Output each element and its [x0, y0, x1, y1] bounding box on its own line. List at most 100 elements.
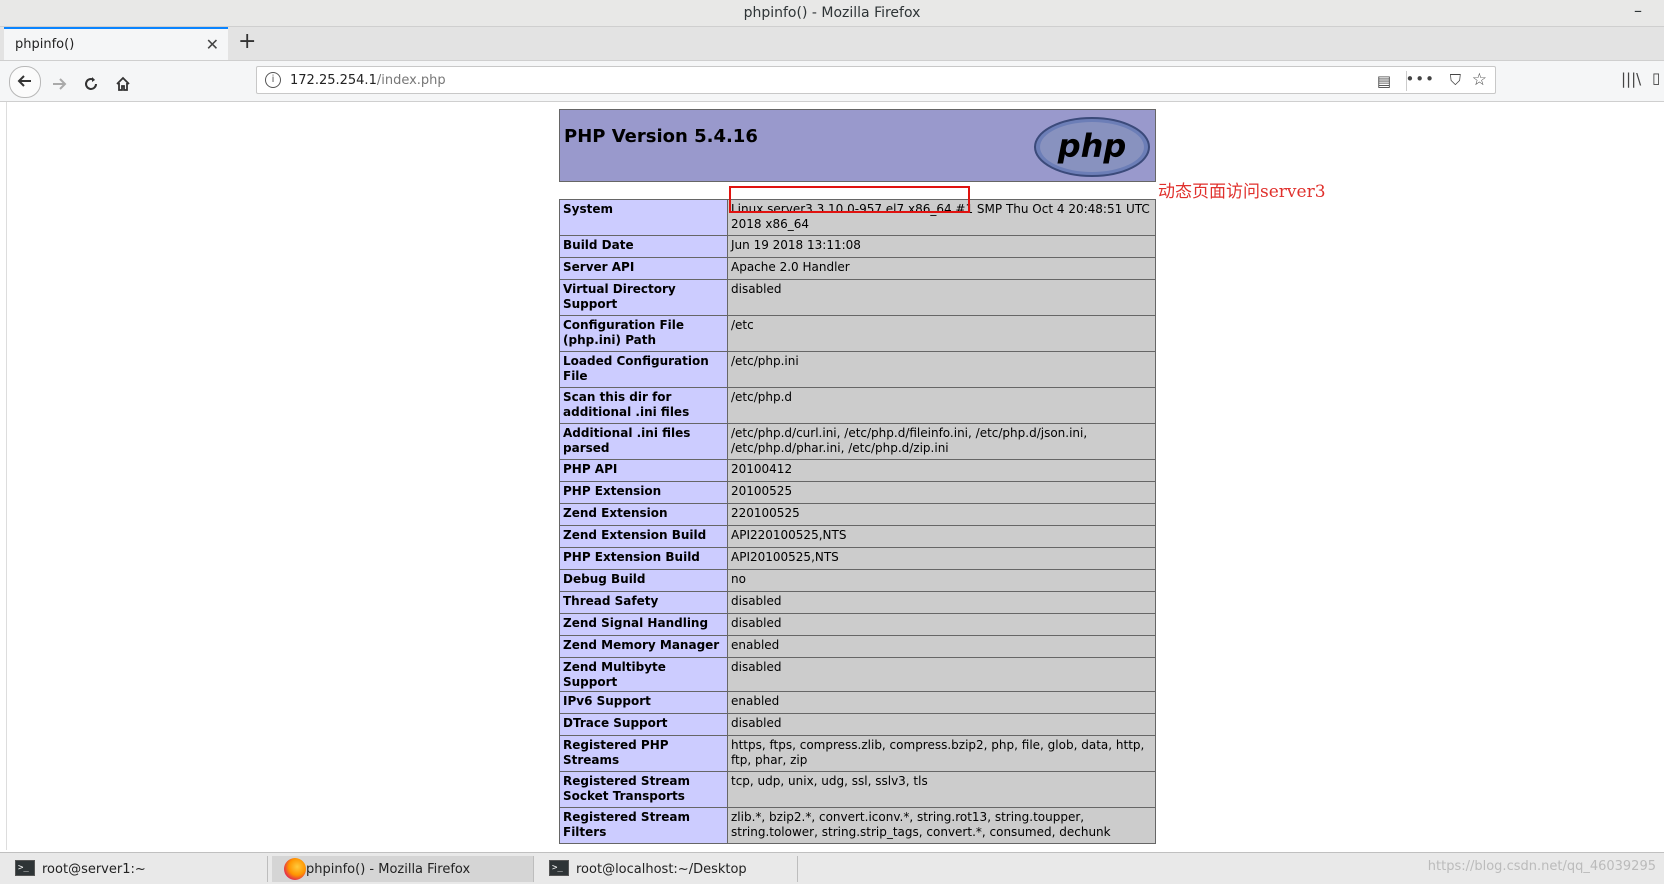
annotation-note: 动态页面访问server3: [1158, 182, 1326, 202]
php-info-row: Thread Safety disabled: [559, 591, 1156, 614]
php-info-row: Zend Extension Build API220100525,NTS: [559, 525, 1156, 548]
php-info-label: Registered Stream Socket Transports: [559, 771, 728, 808]
php-info-label: System: [559, 199, 728, 236]
php-info-row: Build Date Jun 19 2018 13:11:08: [559, 235, 1156, 258]
reader-view-icon[interactable]: ▤: [1377, 72, 1391, 90]
php-info-row: Virtual Directory Support disabled: [559, 279, 1156, 316]
php-info-label: Scan this dir for additional .ini files: [559, 387, 728, 424]
sidebar-icon[interactable]: ▯: [1652, 69, 1660, 87]
forward-button[interactable]: [44, 66, 74, 96]
page-actions-icon[interactable]: •••: [1405, 70, 1435, 88]
terminal-icon: >_: [15, 860, 35, 876]
php-info-value: API220100525,NTS: [727, 525, 1156, 548]
php-info-row: Registered PHP Streams https, ftps, compr…: [559, 735, 1156, 772]
php-info-label: Zend Multibyte Support: [559, 657, 728, 692]
close-tab-icon[interactable]: ✕: [206, 35, 219, 54]
php-info-label: IPv6 Support: [559, 691, 728, 714]
watermark-text: https://blog.csdn.net/qq_46039295: [1427, 859, 1656, 874]
php-info-row: Zend Memory Manager enabled: [559, 635, 1156, 658]
terminal-icon: >_: [549, 860, 569, 876]
php-info-value: disabled: [727, 591, 1156, 614]
taskbar-item-label: root@server1:~: [42, 862, 146, 877]
php-info-label: Configuration File (php.ini) Path: [559, 315, 728, 352]
window-title: phpinfo() - Mozilla Firefox: [743, 5, 921, 21]
minimize-button[interactable]: –: [1634, 1, 1642, 20]
reload-button[interactable]: [76, 66, 106, 96]
url-path: /index.php: [376, 73, 446, 88]
php-info-row: Additional .ini files parsed/etc/php.d/c…: [559, 423, 1156, 460]
tab-strip: phpinfo() ✕ +: [0, 27, 1664, 61]
php-info-label: PHP API: [559, 459, 728, 482]
php-info-value: zlib.*, bzip2.*, convert.iconv.*, string…: [727, 807, 1156, 844]
new-tab-button[interactable]: +: [238, 29, 256, 54]
php-info-label: Registered PHP Streams: [559, 735, 728, 772]
php-info-row: Server API Apache 2.0 Handler: [559, 257, 1156, 280]
php-info-value: disabled: [727, 279, 1156, 316]
taskbar-item-terminal-server1[interactable]: >_ root@server1:~: [0, 856, 268, 882]
php-info-value: tcp, udp, unix, udg, ssl, sslv3, tls: [727, 771, 1156, 808]
php-info-value: no: [727, 569, 1156, 592]
php-info-label: Zend Extension: [559, 503, 728, 526]
php-info-value: enabled: [727, 635, 1156, 658]
php-info-row: Zend Extension 220100525: [559, 503, 1156, 526]
php-info-value: enabled: [727, 691, 1156, 714]
tab-label: phpinfo(): [15, 37, 75, 52]
php-info-row: DTrace Support disabled: [559, 713, 1156, 736]
info-icon[interactable]: i: [265, 72, 281, 88]
php-info-table: System Linux server3 3.10.0-957.el7.x86_6…: [559, 199, 1156, 844]
php-info-row: Registered Stream Socket Transports tcp, …: [559, 771, 1156, 808]
taskbar-item-terminal-localhost[interactable]: >_ root@localhost:~/Desktop: [534, 856, 798, 882]
php-info-row: Zend Signal Handling disabled: [559, 613, 1156, 636]
php-info-label: Zend Extension Build: [559, 525, 728, 548]
php-info-row: Registered Stream Filters zlib.*, bzip2.*…: [559, 807, 1156, 844]
tab-phpinfo[interactable]: phpinfo() ✕: [4, 27, 228, 60]
php-info-label: Zend Signal Handling: [559, 613, 728, 636]
php-version-title: PHP Version 5.4.16: [564, 126, 758, 147]
pocket-icon[interactable]: ⛉: [1450, 71, 1461, 89]
url-text[interactable]: 172.25.254.1/index.php: [290, 73, 446, 88]
php-info-value: /etc: [727, 315, 1156, 352]
php-info-value: Jun 19 2018 13:11:08: [727, 235, 1156, 258]
window-titlebar: phpinfo() - Mozilla Firefox –: [0, 0, 1664, 27]
php-info-value: API20100525,NTS: [727, 547, 1156, 570]
php-info-row: IPv6 Support enabled: [559, 691, 1156, 714]
php-info-label: Registered Stream Filters: [559, 807, 728, 844]
php-version-header: PHP Version 5.4.16 php: [559, 109, 1156, 182]
php-info-row: PHP Extension Build API20100525,NTS: [559, 547, 1156, 570]
php-info-row: Debug Build no: [559, 569, 1156, 592]
library-icon[interactable]: |||\: [1621, 70, 1641, 88]
php-info-value: disabled: [727, 613, 1156, 636]
url-host: 172.25.254.1: [290, 73, 377, 88]
firefox-icon: [284, 858, 306, 880]
php-info-row: Loaded Configuration File/etc/php.ini: [559, 351, 1156, 388]
php-logo-text: php: [1057, 127, 1127, 165]
php-info-row: Scan this dir for additional .ini files /…: [559, 387, 1156, 424]
php-info-value: 220100525: [727, 503, 1156, 526]
php-info-value: 20100525: [727, 481, 1156, 504]
php-info-label: Build Date: [559, 235, 728, 258]
php-info-value: Apache 2.0 Handler: [727, 257, 1156, 280]
php-info-label: PHP Extension Build: [559, 547, 728, 570]
php-info-row: PHP Extension 20100525: [559, 481, 1156, 504]
php-info-label: Server API: [559, 257, 728, 280]
taskbar-item-firefox[interactable]: phpinfo() - Mozilla Firefox: [272, 856, 534, 882]
arrow-left-icon: [17, 75, 31, 87]
php-info-label: Zend Memory Manager: [559, 635, 728, 658]
php-info-label: Virtual Directory Support: [559, 279, 728, 316]
php-info-row: PHP API 20100412: [559, 459, 1156, 482]
taskbar: >_ root@server1:~ phpinfo() - Mozilla Fi…: [0, 852, 1664, 884]
arrow-right-icon: [53, 78, 67, 90]
php-info-value: /etc/php.d: [727, 387, 1156, 424]
home-icon: [116, 76, 130, 91]
red-highlight-box: [729, 186, 970, 213]
url-bar[interactable]: i 172.25.254.1/index.php ▤ ••• ⛉ ☆: [256, 66, 1496, 94]
taskbar-item-label: root@localhost:~/Desktop: [576, 862, 747, 877]
bookmark-star-icon[interactable]: ☆: [1472, 70, 1487, 90]
php-info-row: Configuration File (php.ini) Path/etc: [559, 315, 1156, 352]
page-content: PHP Version 5.4.16 php 动态页面访问server3 Sys…: [6, 102, 1664, 850]
home-button[interactable]: [108, 66, 138, 96]
back-button[interactable]: [9, 66, 41, 98]
reload-icon: [85, 77, 97, 90]
php-info-row: Zend Multibyte Support disabled: [559, 657, 1156, 692]
php-info-value: 20100412: [727, 459, 1156, 482]
